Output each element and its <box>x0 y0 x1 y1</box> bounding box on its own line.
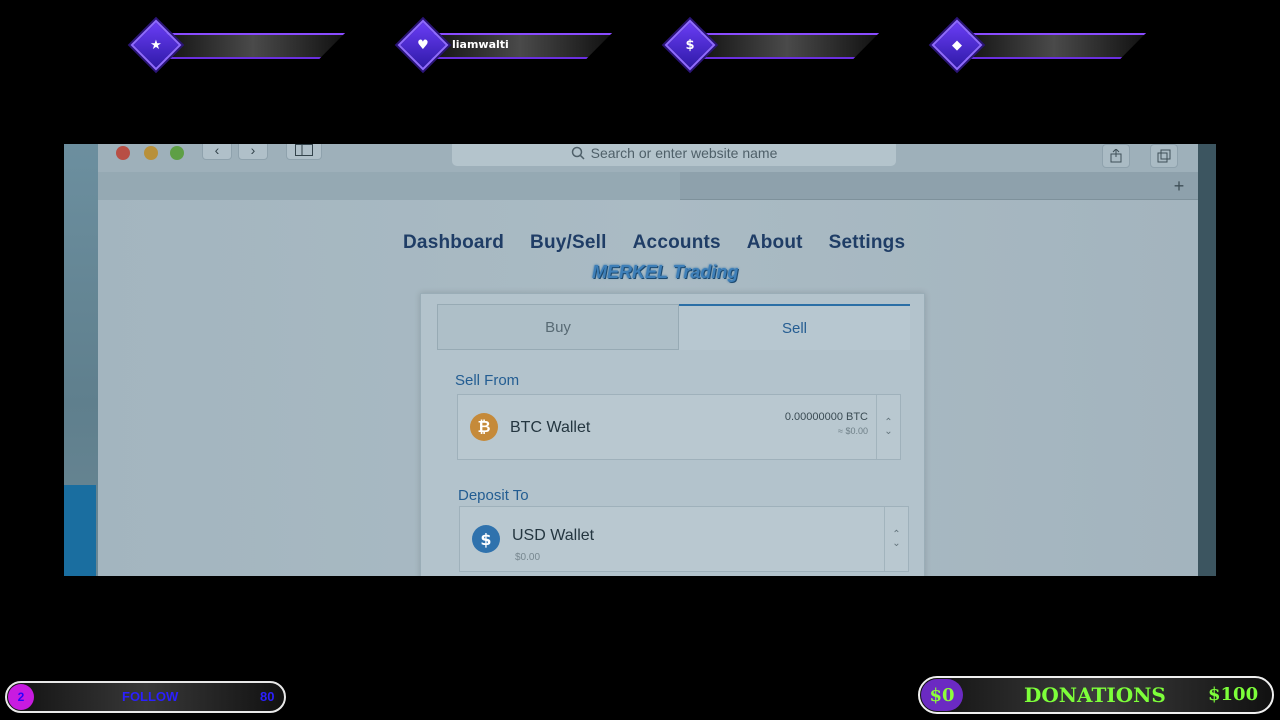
sell-from-select[interactable]: ₿ BTC Wallet 0.00000000 BTC ≈ $0.00 ⌃ ⌄ <box>457 394 901 460</box>
stat-widget-dollar: $ <box>664 19 882 71</box>
chevron-left-icon: ‹ <box>214 144 220 158</box>
follow-label: FOLLOW <box>122 689 179 704</box>
minimize-window-button[interactable] <box>144 146 158 160</box>
follower-goal-bar: 2 FOLLOW 80 <box>5 681 286 713</box>
sell-from-label: Sell From <box>455 372 520 389</box>
stat-bar-edge <box>695 33 879 59</box>
plus-icon: + <box>1173 175 1185 196</box>
sidebar-icon <box>295 144 313 156</box>
dollar-icon: $ <box>685 37 695 53</box>
search-icon <box>571 146 585 160</box>
chevron-right-icon: › <box>250 144 256 158</box>
donation-goal: $100 <box>1208 684 1259 705</box>
close-window-button[interactable] <box>116 146 130 160</box>
chevron-updown-icon: ⌃ ⌄ <box>884 507 908 571</box>
stat-widget-heart: ♥ liamwalti <box>397 19 615 71</box>
stat-widget-diamond: ◆ <box>931 19 1149 71</box>
browser-toolbar: ‹ › Search or enter website name <box>98 144 1198 172</box>
nav-dashboard[interactable]: Dashboard <box>403 232 504 254</box>
share-icon <box>1110 149 1122 163</box>
donation-goal-bar: $0 DONATIONS $100 <box>918 676 1274 714</box>
bitcoin-icon: ₿ <box>470 413 498 441</box>
nav-accounts[interactable]: Accounts <box>633 232 721 254</box>
btc-fiat-value: ≈ $0.00 <box>838 426 868 436</box>
site-nav: Dashboard Buy/Sell Accounts About Settin… <box>403 232 905 254</box>
background-window-accent <box>64 485 96 576</box>
stat-bar-edge <box>161 33 345 59</box>
chevron-updown-icon: ⌃ ⌄ <box>876 395 900 459</box>
tabs-icon <box>1157 149 1171 163</box>
dollar-coin-icon: $ <box>472 525 500 553</box>
diamond-icon: ◆ <box>952 37 962 53</box>
deposit-to-label: Deposit To <box>458 487 529 504</box>
share-button[interactable] <box>1102 144 1130 168</box>
usd-balance: $0.00 <box>515 552 541 563</box>
star-icon: ★ <box>150 37 162 53</box>
url-bar[interactable]: Search or enter website name <box>452 144 896 166</box>
btc-balance: 0.00000000 BTC <box>784 411 868 423</box>
screen-capture: ‹ › Search or enter website name + Dashb… <box>64 144 1216 576</box>
web-page: Dashboard Buy/Sell Accounts About Settin… <box>98 200 1198 576</box>
tab-buy[interactable]: Buy <box>437 304 679 350</box>
nav-about[interactable]: About <box>747 232 803 254</box>
browser-window: ‹ › Search or enter website name + Dashb… <box>98 144 1198 576</box>
tab-sell[interactable]: Sell <box>679 304 910 350</box>
stat-bar-edge <box>962 33 1146 59</box>
stat-widget-star: ★ <box>130 19 348 71</box>
donation-label: DONATIONS <box>1024 683 1166 707</box>
new-tab-button[interactable]: + <box>1168 176 1190 196</box>
tab-strip: + <box>98 172 1198 200</box>
nav-settings[interactable]: Settings <box>829 232 906 254</box>
donation-current: $0 <box>921 679 963 711</box>
nav-buy-sell[interactable]: Buy/Sell <box>530 232 607 254</box>
site-brand: MERKEL Trading <box>592 262 739 282</box>
desktop-edge <box>1198 144 1216 576</box>
browser-tab-active[interactable] <box>98 172 680 200</box>
deposit-to-select[interactable]: $ USD Wallet $0.00 ⌃ ⌄ <box>459 506 909 572</box>
heart-icon: ♥ <box>417 37 429 53</box>
maximize-window-button[interactable] <box>170 146 184 160</box>
latest-follower-name: liamwalti <box>452 38 509 51</box>
forward-button[interactable]: › <box>238 144 268 160</box>
trade-panel: Buy Sell Sell From ₿ BTC Wallet 0.000000… <box>420 293 925 576</box>
follow-goal: 80 <box>260 689 275 704</box>
sidebar-toggle-button[interactable] <box>286 144 322 160</box>
url-placeholder: Search or enter website name <box>590 145 778 161</box>
sell-from-wallet-name: BTC Wallet <box>510 419 591 436</box>
follower-count: 2 <box>8 684 34 710</box>
buy-sell-tabs: Buy Sell <box>437 304 910 352</box>
back-button[interactable]: ‹ <box>202 144 232 160</box>
tabs-overview-button[interactable] <box>1150 144 1178 168</box>
deposit-to-wallet-name: USD Wallet <box>512 527 595 544</box>
